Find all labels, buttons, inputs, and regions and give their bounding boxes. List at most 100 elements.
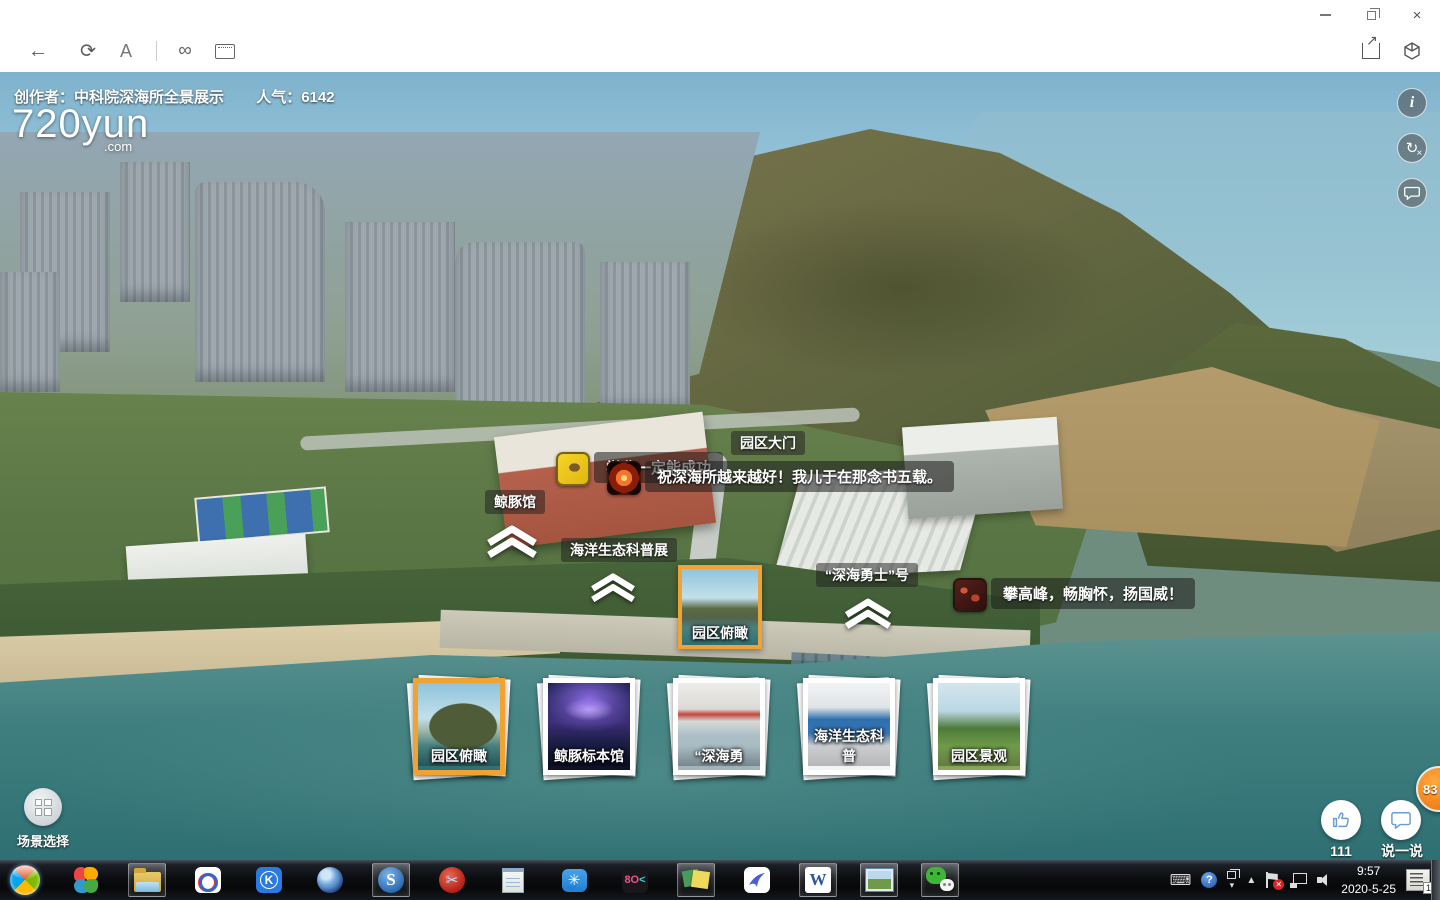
share-icon[interactable]	[1362, 43, 1380, 59]
cube-3d-icon[interactable]	[1402, 41, 1422, 61]
text-size-icon[interactable]: A	[114, 41, 138, 62]
show-hidden-icons[interactable]: ▲	[1246, 875, 1256, 886]
speech-bubble-icon	[1404, 186, 1420, 200]
minimize-icon	[1320, 14, 1331, 16]
close-button[interactable]: ×	[1394, 0, 1440, 30]
taskbar-app-snip[interactable]: ✂	[433, 863, 471, 897]
say-something-label: 说一说	[1374, 841, 1430, 860]
volume-tray-icon[interactable]	[1317, 873, 1331, 887]
taskbar-app-sogou[interactable]: S	[372, 863, 410, 897]
refresh-icon[interactable]: ⟳	[76, 40, 100, 63]
wechat-icon	[926, 867, 954, 893]
clock-time: 9:57	[1341, 862, 1396, 880]
scene-thumb-whale-museum[interactable]: 鲸豚标本馆	[543, 678, 635, 775]
folder-icon	[134, 872, 161, 892]
taskbar-app-bok[interactable]: 8O<	[616, 863, 654, 897]
grid-icon	[35, 799, 52, 816]
network-tray-icon[interactable]	[1290, 873, 1307, 888]
popularity-label: 人气：6142	[256, 89, 334, 106]
scene-thumb-park[interactable]: 园区景观	[933, 678, 1025, 775]
taskbar: K S ✂ ✳ 8O< W ⌨ ? ▾ ▲ ✕ 9:	[0, 860, 1440, 900]
panorama-viewport[interactable]: 创作者：中科院深海所全景展示 人气：6142 720yun .com i ↻ 园…	[0, 72, 1440, 860]
gyro-toggle-button[interactable]: ↻	[1397, 133, 1427, 163]
site-logo[interactable]: 720yun .com	[12, 104, 149, 153]
scene-thumb-submersible[interactable]: “深海勇	[673, 678, 765, 775]
link-icon[interactable]: ∞	[173, 40, 197, 62]
notes-tray-icon[interactable]: 1	[1406, 869, 1430, 891]
info-button[interactable]: i	[1397, 88, 1427, 118]
taskbar-app-notes[interactable]	[677, 863, 715, 897]
browser-toolbar: ← ⟳ A ∞	[0, 30, 1440, 72]
like-button[interactable]	[1321, 800, 1361, 840]
scene-thumb-label: 海洋生态科普	[808, 726, 890, 766]
scene-thumb-label: 园区俯瞰	[418, 746, 500, 766]
bullet-comment-text: 祝深海所越来越好！我儿于在那念书五载。	[645, 461, 954, 492]
scene-select-button[interactable]: 场景选择	[8, 788, 78, 850]
bullet-comment-text: 攀高峰，畅胸怀，扬国威！	[991, 578, 1195, 609]
building	[195, 182, 325, 382]
bok-app-icon: 8O<	[622, 867, 648, 893]
taskbar-clock[interactable]: 9:57 2020-5-25	[1341, 862, 1396, 898]
action-center-flag-icon[interactable]: ✕	[1266, 872, 1280, 888]
gyro-off-icon: ↻	[1406, 139, 1419, 157]
restore-button[interactable]	[1348, 0, 1394, 30]
say-something-button[interactable]	[1381, 800, 1421, 840]
taskbar-app-word[interactable]: W	[799, 863, 837, 897]
hotspot-label-gate[interactable]: 园区大门	[731, 431, 805, 455]
bullet-comment: 攀高峰，畅胸怀，扬国威！	[953, 578, 1195, 612]
window-frame-icon[interactable]	[215, 44, 235, 59]
scene-thumb-image: 鲸豚标本馆	[548, 683, 630, 770]
building	[345, 222, 455, 392]
scene-thumb-overview[interactable]: 园区俯瞰	[413, 678, 505, 775]
thumbs-up-icon	[1330, 809, 1352, 831]
start-button[interactable]	[6, 863, 44, 897]
info-icon: i	[1410, 94, 1414, 112]
comments-button[interactable]	[1397, 178, 1427, 208]
bullet-comment: 祝深海所越来越好！我儿于在那念书五载。	[607, 461, 954, 495]
taskbar-app-chat[interactable]: ✳	[555, 863, 593, 897]
taskbar-app-explorer[interactable]	[128, 863, 166, 897]
comment-bubble-icon	[1390, 810, 1412, 830]
scissors-icon: ✂	[439, 867, 465, 893]
show-desktop-strip[interactable]	[1431, 860, 1440, 900]
netdisk-rings-icon	[195, 867, 221, 893]
sticky-notes-icon	[683, 868, 709, 892]
taskbar-app-notepad[interactable]	[494, 863, 532, 897]
scene-thumb-image: 园区俯瞰	[418, 683, 500, 770]
avatar	[607, 461, 641, 495]
chevron-hotspot-icon[interactable]	[842, 598, 894, 630]
restore-icon	[1367, 11, 1376, 20]
taskbar-app-wechat[interactable]	[921, 863, 959, 897]
word-icon: W	[805, 867, 831, 893]
keyboard-tray-icon[interactable]: ⌨	[1170, 871, 1192, 889]
minimize-button[interactable]	[1302, 0, 1348, 30]
chevron-hotspot-icon[interactable]	[588, 573, 638, 603]
taskbar-app-k[interactable]: K	[250, 863, 288, 897]
building	[0, 272, 60, 392]
taskbar-app-photoviewer[interactable]	[860, 863, 898, 897]
taskbar-app-globe[interactable]	[311, 863, 349, 897]
hotspot-label-whale-hall[interactable]: 鲸豚馆	[485, 490, 545, 514]
petals-app-icon	[73, 867, 99, 893]
hotspot-label-submersible[interactable]: “深海勇士”号	[816, 563, 918, 587]
scene-hotspot-thumbnail[interactable]: 园区俯瞰	[678, 565, 762, 649]
taskbar-app-thunder[interactable]	[738, 863, 776, 897]
avatar	[556, 452, 590, 486]
back-icon[interactable]: ←	[26, 40, 50, 63]
chevron-hotspot-icon[interactable]	[484, 525, 540, 559]
taskbar-app-petals[interactable]	[67, 863, 105, 897]
language-bar-icon[interactable]: ▾	[1227, 871, 1236, 890]
building	[120, 162, 190, 302]
scene-thumb-image: 园区景观	[938, 683, 1020, 770]
window-title-bar: ×	[0, 0, 1440, 30]
badge-count: 83	[1423, 782, 1437, 797]
toolbar-divider	[156, 41, 157, 61]
scene-thumb-eco-expo[interactable]: 海洋生态科普	[803, 678, 895, 775]
scene-thumb-label: “深海勇	[678, 746, 760, 766]
system-tray: ⌨ ? ▾ ▲ ✕ 9:57 2020-5-25 1	[1170, 860, 1430, 900]
hotspot-label-eco-expo[interactable]: 海洋生态科普展	[561, 538, 677, 562]
taskbar-app-netdisk[interactable]	[189, 863, 227, 897]
photo-viewer-icon	[866, 869, 893, 891]
sogou-s-icon: S	[378, 867, 404, 893]
help-tray-icon[interactable]: ?	[1201, 872, 1217, 888]
